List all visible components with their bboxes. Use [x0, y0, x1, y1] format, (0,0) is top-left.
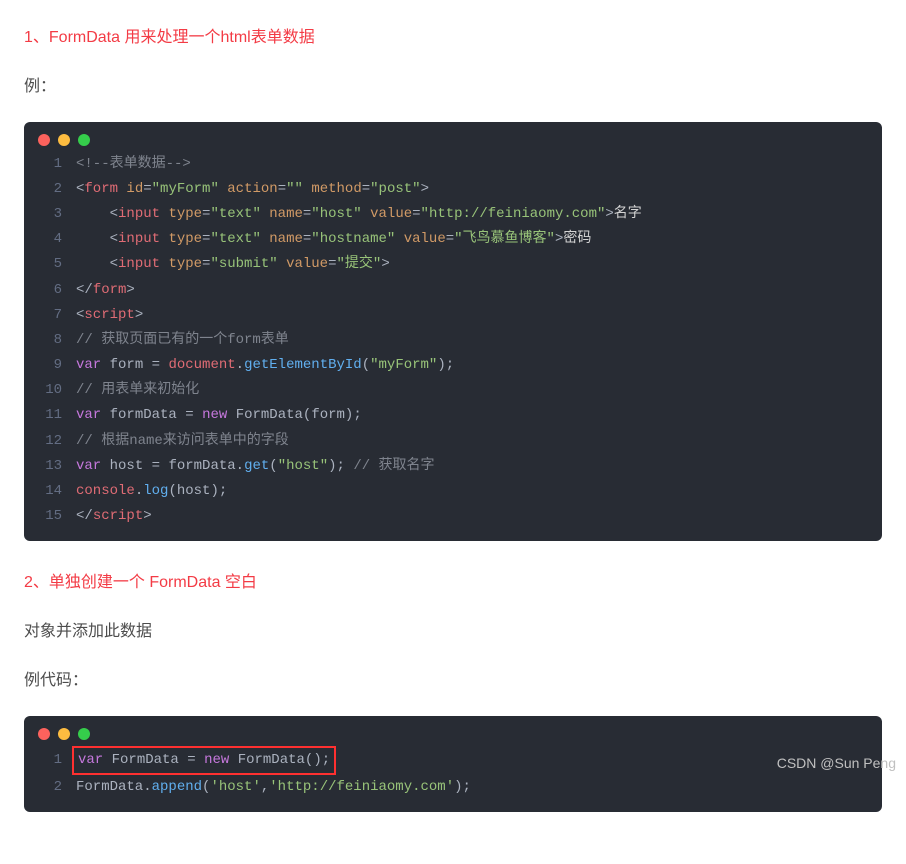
heading-2: 2、单独创建一个 FormData 空白 [24, 569, 882, 598]
window-controls [24, 716, 882, 742]
close-icon [38, 728, 50, 740]
minimize-icon [58, 134, 70, 146]
code-line: 1<!--表单数据--> [24, 152, 882, 177]
example-label-2: 例代码： [24, 667, 882, 696]
code-line: 7<script> [24, 303, 882, 328]
example-label-1: 例： [24, 73, 882, 102]
code-line: 15</script> [24, 504, 882, 529]
code-line: 11var formData = new FormData(form); [24, 403, 882, 428]
code-line: 2<form id="myForm" action="" method="pos… [24, 177, 882, 202]
code-block-2: 1var FormData = new FormData(); 2FormDat… [24, 716, 882, 812]
paragraph-2: 对象并添加此数据 [24, 618, 882, 647]
code-line: 13var host = formData.get("host"); // 获取… [24, 454, 882, 479]
maximize-icon [78, 728, 90, 740]
code-line: 14console.log(host); [24, 479, 882, 504]
code-line: 4 <input type="text" name="hostname" val… [24, 227, 882, 252]
code-body-2: 1var FormData = new FormData(); 2FormDat… [24, 742, 882, 812]
code-line: 9var form = document.getElementById("myF… [24, 353, 882, 378]
code-body-1: 1<!--表单数据--> 2<form id="myForm" action="… [24, 148, 882, 542]
code-line: 12// 根据name来访问表单中的字段 [24, 429, 882, 454]
maximize-icon [78, 134, 90, 146]
code-line: 5 <input type="submit" value="提交"> [24, 252, 882, 277]
minimize-icon [58, 728, 70, 740]
close-icon [38, 134, 50, 146]
code-line: 3 <input type="text" name="host" value="… [24, 202, 882, 227]
heading-1: 1、FormData 用来处理一个html表单数据 [24, 24, 882, 53]
code-line: 6</form> [24, 278, 882, 303]
code-line: 8// 获取页面已有的一个form表单 [24, 328, 882, 353]
code-block-1: 1<!--表单数据--> 2<form id="myForm" action="… [24, 122, 882, 542]
attribution-watermark: CSDN @Sun Peng [777, 751, 896, 776]
code-line: 1var FormData = new FormData(); [24, 746, 882, 775]
highlight-box: var FormData = new FormData(); [72, 746, 336, 775]
code-line: 2FormData.append('host','http://feiniaom… [24, 775, 882, 800]
window-controls [24, 122, 882, 148]
code-line: 10// 用表单来初始化 [24, 378, 882, 403]
